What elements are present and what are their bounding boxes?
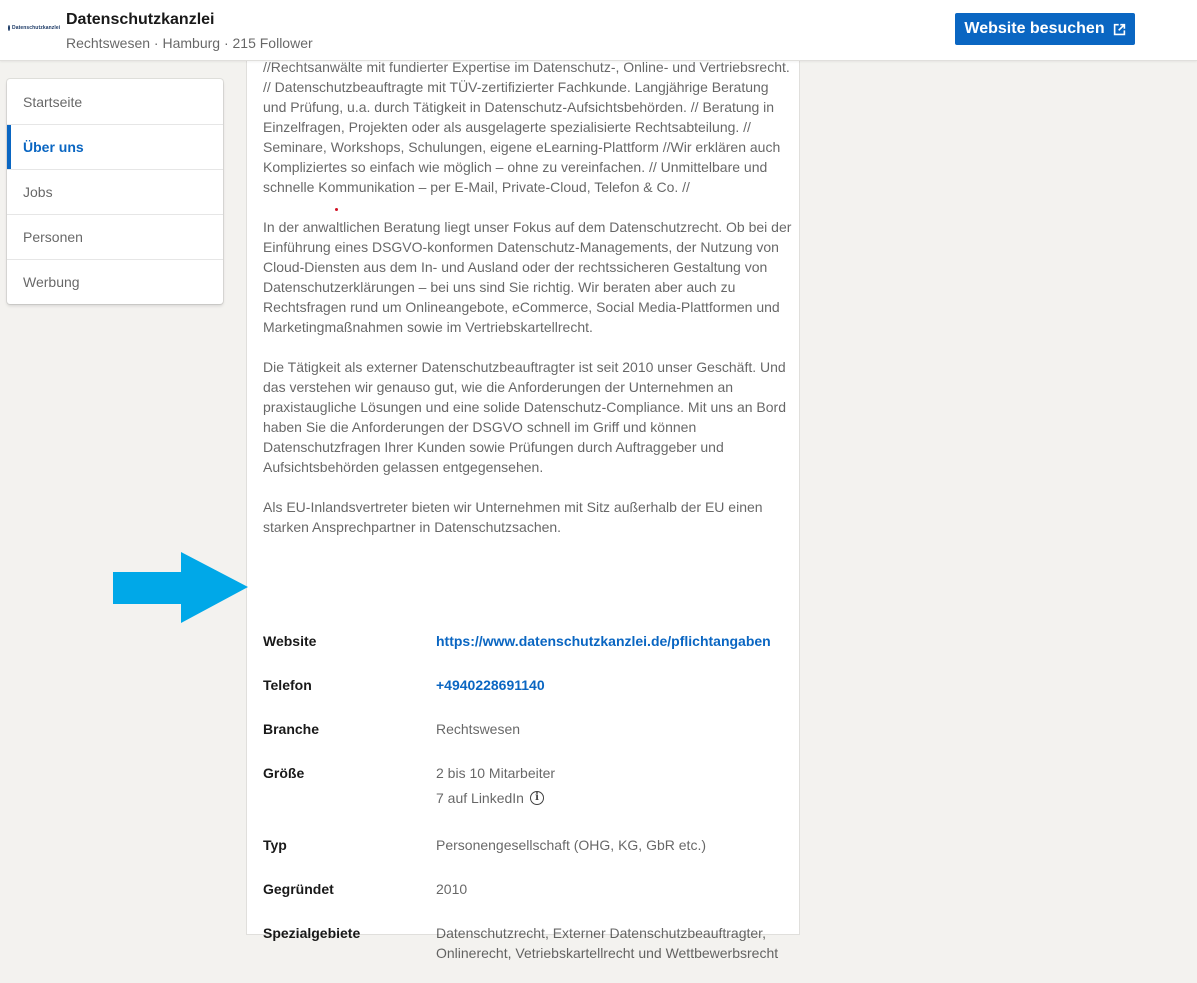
founded-value: 2010 <box>436 881 468 897</box>
company-top-bar: Datenschutzkanzlei Datenschutzkanzlei Re… <box>0 0 1197 61</box>
nav-item-label: Startseite <box>23 93 83 110</box>
text-cursor-marker <box>335 208 338 211</box>
detail-row-specialties: Spezialgebiete Datenschutzrecht, Externe… <box>263 923 793 983</box>
logo-mark-icon <box>8 25 10 31</box>
nav-item-label: Personen <box>23 229 83 245</box>
external-link-icon <box>1113 23 1125 35</box>
visit-website-button[interactable]: Website besuchen <box>955 13 1135 45</box>
nav-item-label: Über uns <box>23 139 84 155</box>
detail-row-type: Typ Personengesellschaft (OHG, KG, GbR e… <box>263 835 793 879</box>
arrow-shape <box>113 552 248 623</box>
about-paragraph: In der anwaltlichen Beratung liegt unser… <box>263 219 792 335</box>
size-value-group: 2 bis 10 Mitarbeiter 7 auf LinkedIn i <box>436 763 793 835</box>
about-paragraph: Als EU-Inlandsvertreter bieten wir Unter… <box>263 499 763 535</box>
nav-item-personen[interactable]: Personen <box>7 214 223 259</box>
about-paragraph: //Rechtsanwälte mit fundierter Expertise… <box>263 59 790 195</box>
linkedin-members-count: 7 auf LinkedIn <box>436 790 524 806</box>
specialties-value: Datenschutzrecht, Externer Datenschutzbe… <box>436 925 779 961</box>
detail-label: Spezialgebiete <box>263 925 361 941</box>
nav-item-werbung[interactable]: Werbung <box>7 259 223 304</box>
detail-label: Gegründet <box>263 881 334 897</box>
company-logo[interactable]: Datenschutzkanzlei <box>8 20 61 36</box>
linkedin-members-line: 7 auf LinkedIn i <box>436 788 793 808</box>
nav-item-jobs[interactable]: Jobs <box>7 169 223 214</box>
detail-row-industry: Branche Rechtswesen <box>263 719 793 763</box>
company-page-nav: Startseite Über uns Jobs Personen Werbun… <box>7 79 223 304</box>
detail-label: Website <box>263 633 317 649</box>
info-icon[interactable]: i <box>529 791 544 805</box>
about-card: //Rechtsanwälte mit fundierter Expertise… <box>247 54 799 961</box>
company-details: Website https://www.datenschutzkanzlei.d… <box>263 631 793 983</box>
detail-row-size: Größe 2 bis 10 Mitarbeiter 7 auf LinkedI… <box>263 763 793 835</box>
about-paragraph: Die Tätigkeit als externer Datenschutzbe… <box>263 359 786 475</box>
logo-wordmark: Datenschutzkanzlei <box>12 25 61 31</box>
nav-item-ueber-uns[interactable]: Über uns <box>7 124 223 169</box>
annotation-arrow-icon <box>113 552 248 623</box>
company-meta: Rechtswesen · Hamburg · 215 Follower <box>66 35 313 51</box>
detail-label: Typ <box>263 837 287 853</box>
phone-link[interactable]: +4940228691140 <box>436 675 793 719</box>
website-link[interactable]: https://www.datenschutzkanzlei.de/pflich… <box>436 631 793 675</box>
detail-label: Größe <box>263 765 305 781</box>
nav-item-startseite[interactable]: Startseite <box>7 79 223 124</box>
size-value: 2 bis 10 Mitarbeiter <box>436 765 556 781</box>
nav-item-label: Werbung <box>23 274 80 290</box>
detail-row-founded: Gegründet 2010 <box>263 879 793 923</box>
detail-label: Telefon <box>263 677 312 693</box>
about-description: //Rechtsanwälte mit fundierter Expertise… <box>263 57 793 557</box>
industry-value: Rechtswesen <box>436 721 521 737</box>
company-name[interactable]: Datenschutzkanzlei <box>66 11 214 29</box>
detail-label: Branche <box>263 721 320 737</box>
nav-item-label: Jobs <box>23 184 53 200</box>
detail-row-website: Website https://www.datenschutzkanzlei.d… <box>263 631 793 675</box>
type-value: Personengesellschaft (OHG, KG, GbR etc.) <box>436 837 706 853</box>
detail-row-phone: Telefon +4940228691140 <box>263 675 793 719</box>
visit-website-label: Website besuchen <box>964 20 1105 37</box>
